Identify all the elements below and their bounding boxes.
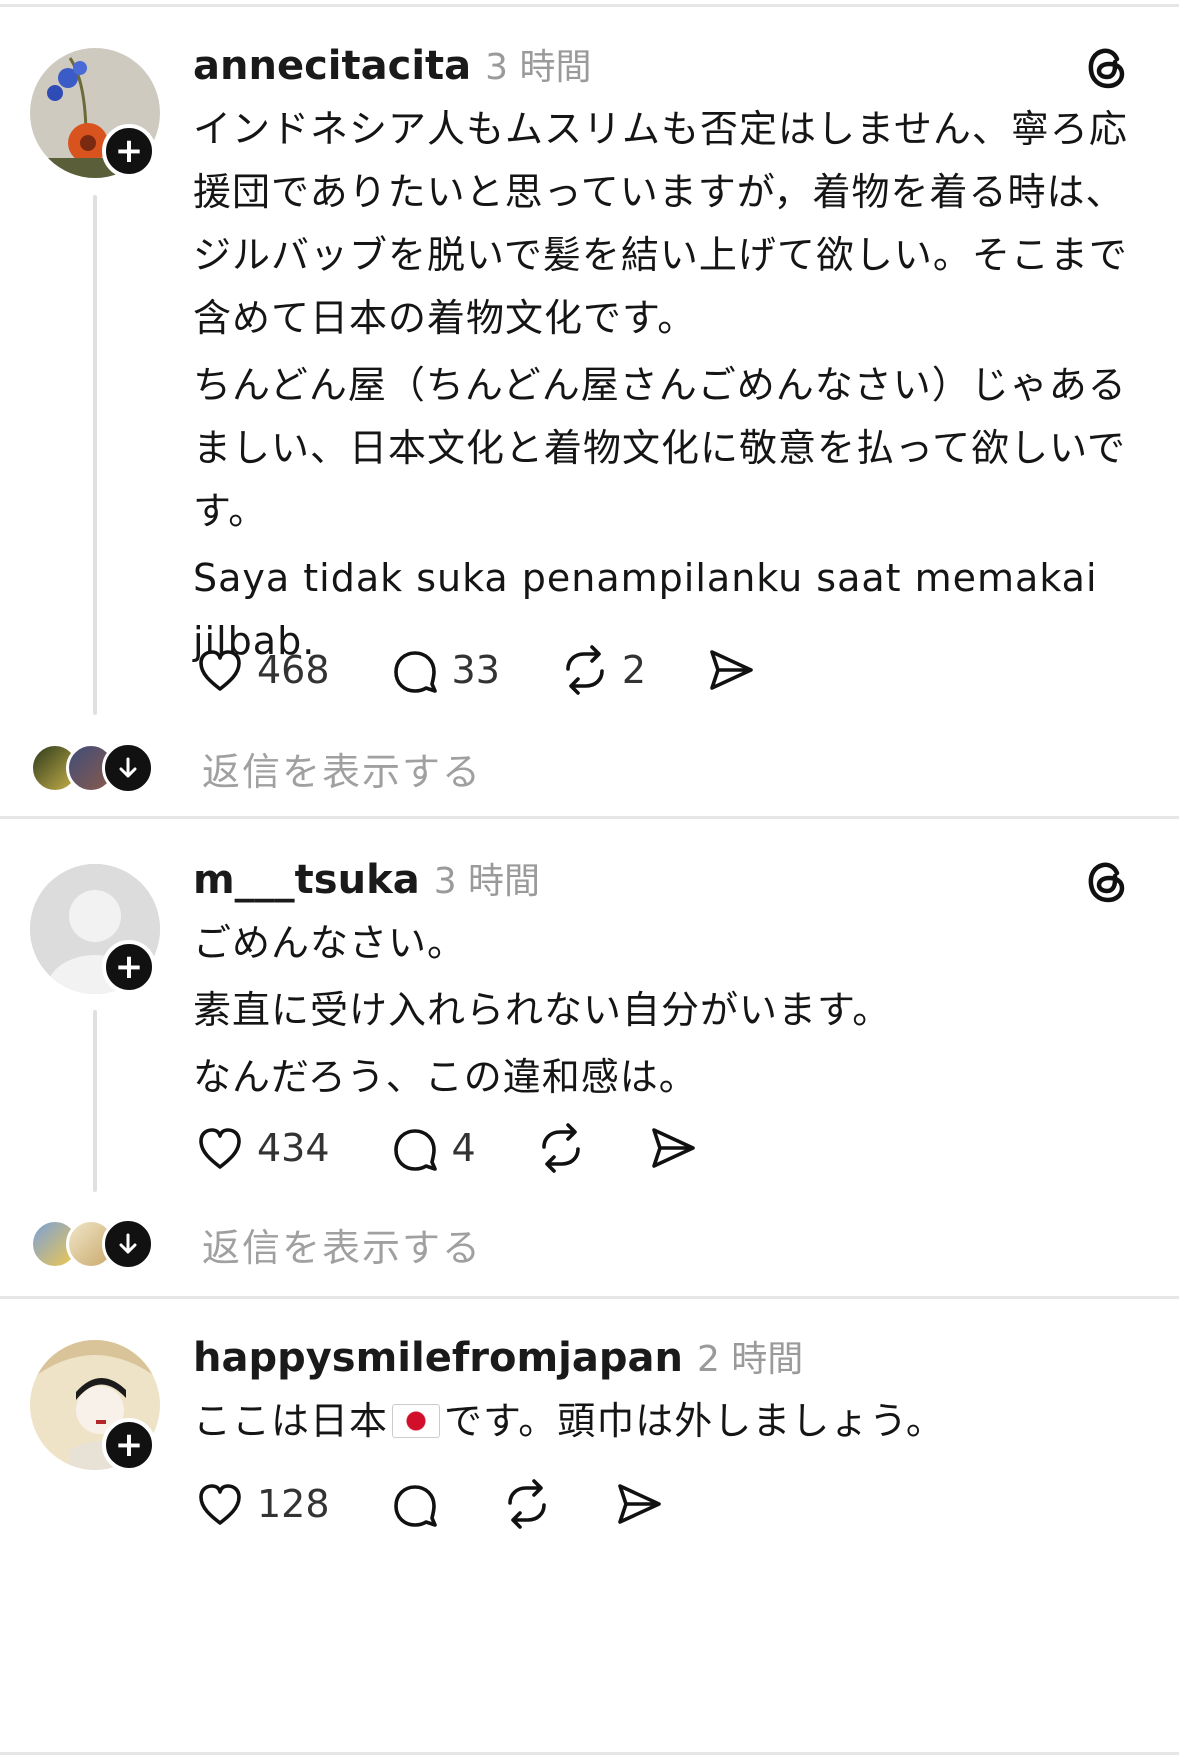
top-divider: [0, 4, 1179, 7]
post-header: annecitacita 3 時間: [193, 38, 592, 98]
send-icon: [651, 1128, 695, 1168]
post-body: ここは日本 です。頭巾は外しましょう。: [193, 1390, 1143, 1457]
heart-icon: [199, 650, 241, 691]
show-replies-link[interactable]: 返信を表示する: [202, 741, 482, 796]
repost-icon: [566, 645, 604, 695]
post-body: ごめんなさい。 素直に受け入れられない自分がいます。 なんだろう、この違和感は。: [193, 912, 1143, 1113]
share-button[interactable]: [612, 1477, 666, 1531]
post-body: インドネシア人もムスリムも否定はしません、寧ろ応援団でありたいと思っていますが，…: [193, 98, 1143, 677]
post-header: m___tsuka 3 時間: [193, 852, 540, 912]
action-bar: 434 4: [193, 1118, 758, 1178]
follow-plus-icon[interactable]: +: [102, 1418, 156, 1472]
chevron-down-icon: [102, 742, 154, 794]
timestamp: 3 時間: [485, 47, 592, 88]
post-text: ここは日本 です。頭巾は外しましょう。: [193, 1390, 1143, 1453]
post-text: ちんどん屋（ちんどん屋さんごめんなさい）じゃあるましい、日本文化と着物文化に敬意…: [193, 363, 1127, 533]
action-bar: 128: [193, 1474, 724, 1534]
repost-icon: [541, 1123, 580, 1173]
comment-button[interactable]: 4: [388, 1121, 476, 1175]
heart-icon: [199, 1484, 241, 1525]
send-icon: [710, 650, 753, 690]
post-text: なんだろう、この違和感は。: [193, 1055, 698, 1099]
share-button[interactable]: [704, 643, 758, 697]
like-button[interactable]: 468: [193, 643, 330, 697]
repost-icon: [507, 1479, 546, 1529]
show-replies-row[interactable]: 返信を表示する: [30, 1214, 482, 1274]
comment-bubble-icon: [393, 1129, 437, 1171]
post-text-part: ここは日本: [193, 1399, 389, 1443]
japan-flag-icon: [392, 1404, 441, 1438]
like-count: 128: [257, 1482, 330, 1526]
timestamp: 2 時間: [696, 1339, 804, 1380]
repost-button[interactable]: [534, 1121, 588, 1175]
bottom-divider: [0, 1752, 1179, 1755]
chevron-down-icon: [102, 1218, 154, 1270]
show-replies-link[interactable]: 返信を表示する: [202, 1217, 482, 1272]
post-divider: [0, 816, 1179, 819]
comment-count: 4: [451, 1126, 476, 1170]
post-text-part: です。頭巾は外しましょう。: [444, 1399, 945, 1443]
comment-count: 33: [451, 648, 500, 692]
username[interactable]: happysmilefromjapan: [193, 1335, 683, 1381]
repost-button[interactable]: 2: [558, 643, 646, 697]
post-header: happysmilefromjapan 2 時間: [193, 1330, 803, 1390]
threads-logo-icon[interactable]: [1081, 856, 1133, 908]
like-count: 434: [257, 1126, 330, 1170]
post-text: 素直に受け入れられない自分がいます。: [193, 988, 892, 1032]
send-icon: [617, 1484, 661, 1524]
comment-button[interactable]: 33: [388, 643, 500, 697]
follow-plus-icon[interactable]: +: [102, 124, 156, 178]
thread-line: [93, 195, 97, 715]
username[interactable]: m___tsuka: [193, 857, 420, 903]
like-button[interactable]: 128: [193, 1477, 330, 1531]
comment-button[interactable]: [388, 1477, 442, 1531]
repost-count: 2: [621, 648, 647, 692]
username[interactable]: annecitacita: [193, 43, 471, 89]
timestamp: 3 時間: [433, 861, 541, 902]
post-divider: [0, 1296, 1179, 1299]
action-bar: 468 33 2: [193, 640, 816, 700]
repost-button[interactable]: [500, 1477, 554, 1531]
heart-icon: [199, 1128, 241, 1169]
show-replies-row[interactable]: 返信を表示する: [30, 738, 482, 798]
post-text: インドネシア人もムスリムも否定はしません、寧ろ応援団でありたいと思っていますが，…: [193, 107, 1128, 340]
comment-bubble-icon: [393, 1485, 437, 1527]
follow-plus-icon[interactable]: +: [102, 940, 156, 994]
like-count: 468: [257, 648, 330, 692]
post-text: ごめんなさい。: [193, 921, 467, 965]
comment-bubble-icon: [393, 651, 437, 693]
threads-logo-icon[interactable]: [1081, 42, 1133, 94]
thread-line: [93, 1010, 97, 1192]
like-button[interactable]: 434: [193, 1121, 330, 1175]
share-button[interactable]: [646, 1121, 700, 1175]
